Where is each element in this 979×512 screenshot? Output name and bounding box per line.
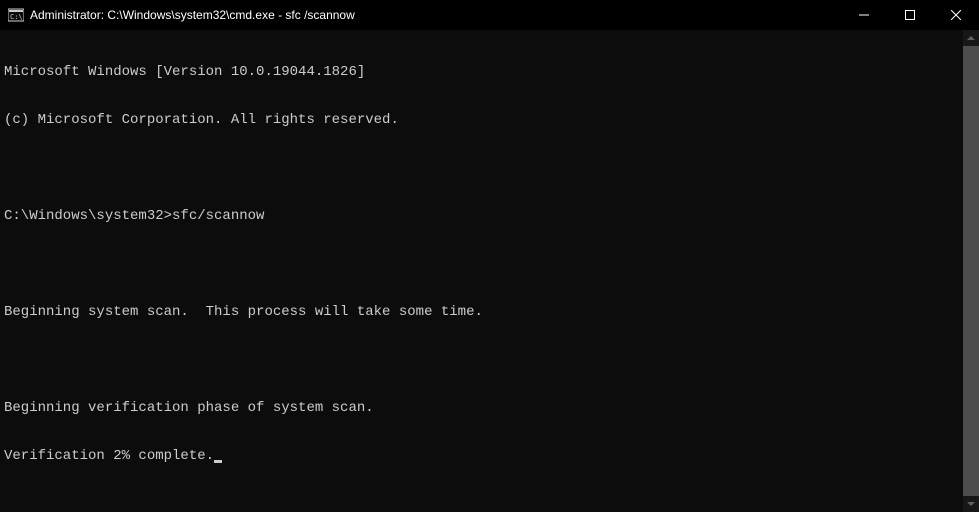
terminal-cursor [214, 460, 222, 463]
terminal-line: C:\Windows\system32>sfc/scannow [4, 208, 963, 224]
terminal-line: Beginning verification phase of system s… [4, 400, 963, 416]
maximize-icon [905, 10, 915, 20]
terminal-line [4, 352, 963, 368]
window-controls [841, 0, 979, 30]
terminal-line [4, 256, 963, 272]
scrollbar-up-button[interactable] [963, 30, 979, 46]
maximize-button[interactable] [887, 0, 933, 30]
scrollbar-down-button[interactable] [963, 496, 979, 512]
svg-text:C:\: C:\ [10, 13, 23, 21]
terminal-text: Verification 2% complete. [4, 448, 214, 464]
close-icon [951, 10, 961, 20]
terminal-area: Microsoft Windows [Version 10.0.19044.18… [0, 30, 979, 512]
terminal-line [4, 160, 963, 176]
terminal-line: Microsoft Windows [Version 10.0.19044.18… [4, 64, 963, 80]
scrollbar-thumb[interactable] [963, 46, 979, 496]
terminal-line: (c) Microsoft Corporation. All rights re… [4, 112, 963, 128]
terminal-line: Verification 2% complete. [4, 448, 963, 464]
close-button[interactable] [933, 0, 979, 30]
terminal-output[interactable]: Microsoft Windows [Version 10.0.19044.18… [0, 30, 963, 512]
minimize-icon [859, 10, 869, 20]
vertical-scrollbar[interactable] [963, 30, 979, 512]
minimize-button[interactable] [841, 0, 887, 30]
cmd-icon: C:\ [8, 7, 24, 23]
chevron-up-icon [967, 36, 975, 40]
window-title: Administrator: C:\Windows\system32\cmd.e… [30, 8, 841, 22]
terminal-line: Beginning system scan. This process will… [4, 304, 963, 320]
chevron-down-icon [967, 502, 975, 506]
window-titlebar: C:\ Administrator: C:\Windows\system32\c… [0, 0, 979, 30]
